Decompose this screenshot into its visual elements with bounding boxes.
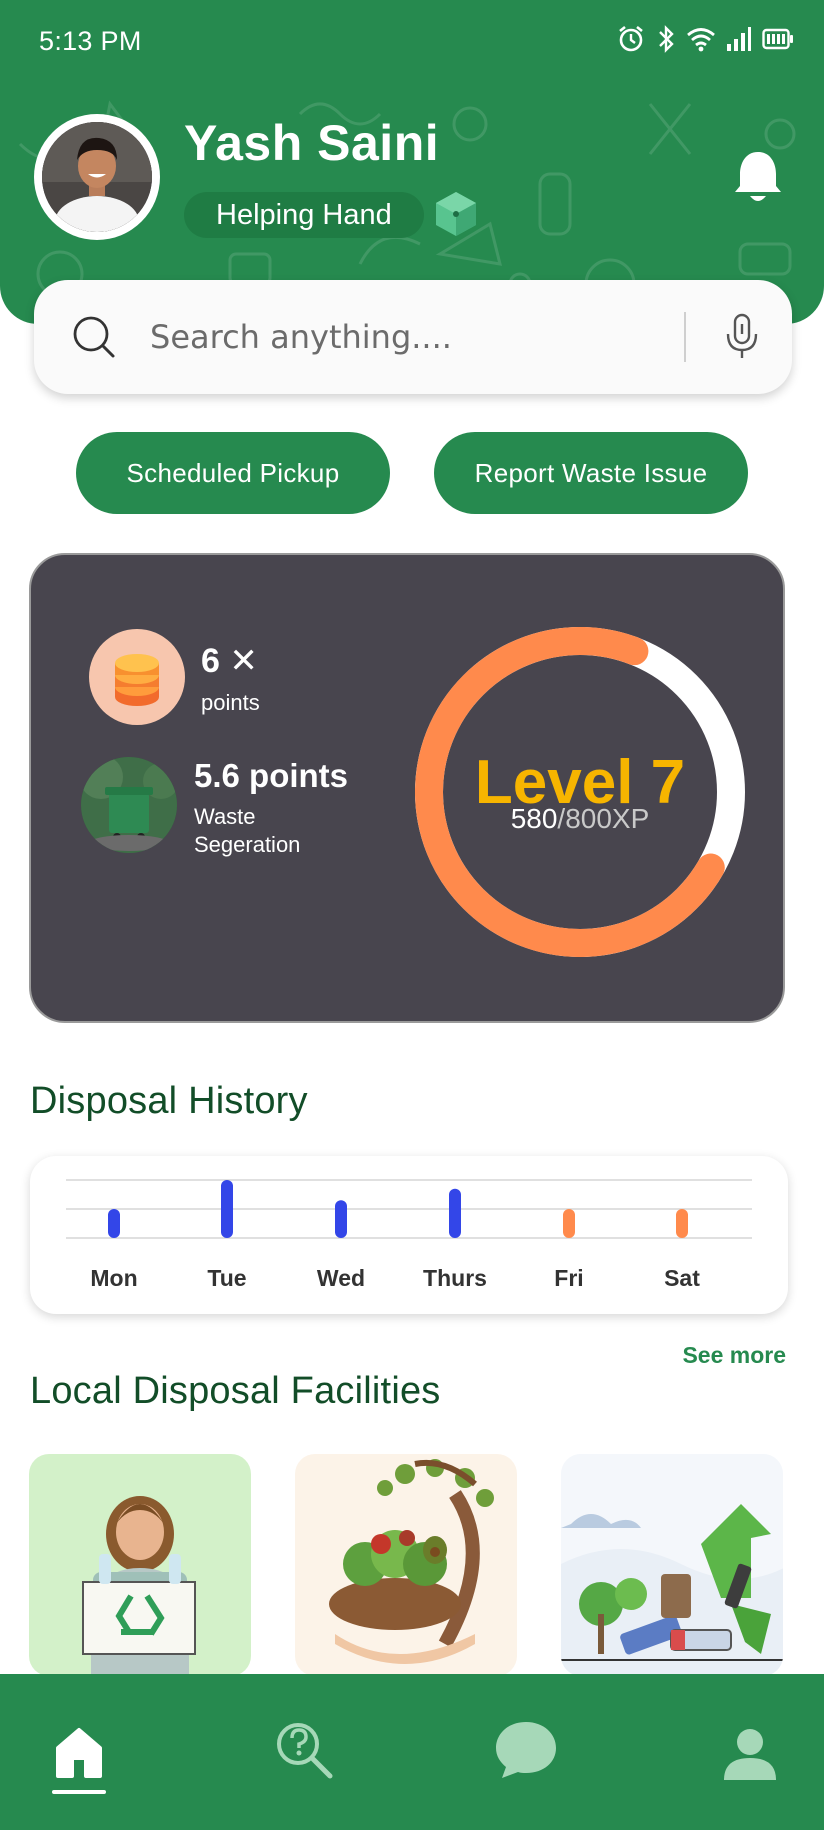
- xp-current: 580: [510, 803, 558, 834]
- segregation-points: 5.6 points: [194, 757, 349, 794]
- tick-label-thurs: Thurs: [423, 1265, 487, 1291]
- facility-card-organic[interactable]: [295, 1454, 517, 1676]
- user-name: Yash Saini: [184, 115, 440, 171]
- mic-icon[interactable]: [724, 312, 760, 362]
- facility-card-battery[interactable]: [561, 1454, 783, 1676]
- scheduled-pickup-button[interactable]: Scheduled Pickup: [76, 432, 390, 514]
- signal-icon: [727, 27, 751, 51]
- disposal-history-title: Disposal History: [30, 1080, 308, 1122]
- search-bar: [34, 280, 792, 394]
- tick-label-wed: Wed: [317, 1265, 365, 1291]
- search-input[interactable]: [150, 308, 700, 366]
- avatar-photo: [42, 122, 152, 232]
- xp-progress-text: 580/800XP: [415, 803, 745, 835]
- xp-total: /800XP: [557, 803, 650, 834]
- nav-search-help[interactable]: [246, 1674, 366, 1830]
- bar-sat: [676, 1209, 688, 1238]
- status-time: 5:13 PM: [39, 26, 142, 56]
- tick-label-fri: Fri: [554, 1265, 583, 1291]
- facilities-title: Local Disposal Facilities: [30, 1370, 441, 1412]
- nav-home[interactable]: [18, 1674, 138, 1830]
- battery-recycling-illustration: [561, 1454, 783, 1676]
- chat-icon: [496, 1722, 556, 1778]
- home-icon: [56, 1728, 102, 1778]
- search-icon: [73, 316, 115, 358]
- alarm-icon: [619, 25, 643, 52]
- battery-icon: [762, 28, 793, 50]
- coins-icon: [89, 629, 185, 725]
- report-waste-issue-button[interactable]: Report Waste Issue: [434, 432, 748, 514]
- avatar[interactable]: [34, 114, 160, 240]
- tick-label-sat: Sat: [664, 1265, 700, 1291]
- rank-badge: Helping Hand: [184, 192, 424, 238]
- bar-mon: [108, 1209, 120, 1238]
- search-help-icon: [277, 1723, 333, 1779]
- tick-label-mon: Mon: [90, 1265, 137, 1291]
- organic-waste-illustration: [329, 1459, 494, 1664]
- nav-active-indicator: [52, 1790, 106, 1794]
- wifi-icon: [687, 28, 715, 52]
- disposal-history-chart: Mon Tue Wed Thurs Fri Sat: [30, 1156, 788, 1314]
- profile-icon: [724, 1729, 776, 1780]
- segregation-label: Waste Segeration: [194, 804, 301, 857]
- bar-tue: [221, 1180, 233, 1238]
- recycling-person-illustration: [82, 1496, 196, 1676]
- bottom-navigation: [0, 1674, 824, 1830]
- status-bar: 5:13 PM: [0, 0, 824, 84]
- bar-fri: [563, 1209, 575, 1238]
- search-divider: [684, 312, 686, 362]
- bar-wed: [335, 1200, 347, 1238]
- see-more-link[interactable]: See more: [682, 1342, 786, 1369]
- facility-card-recycling[interactable]: [29, 1454, 251, 1676]
- nav-profile[interactable]: [690, 1674, 810, 1830]
- points-multiplier: 6 ✕: [201, 642, 258, 680]
- tick-label-tue: Tue: [207, 1265, 246, 1291]
- points-label: points: [201, 690, 260, 715]
- status-icons: [616, 24, 794, 54]
- waste-bin-icon: [81, 757, 177, 853]
- gem-icon: [436, 192, 476, 236]
- points-card[interactable]: 6 ✕ points 5.6 points Waste Segeration L…: [29, 553, 785, 1023]
- bell-icon[interactable]: [732, 148, 784, 204]
- nav-chat[interactable]: [464, 1674, 584, 1830]
- bar-thurs: [449, 1188, 461, 1238]
- chart-plot: Mon Tue Wed Thurs Fri Sat: [66, 1179, 752, 1291]
- bluetooth-icon: [659, 25, 674, 53]
